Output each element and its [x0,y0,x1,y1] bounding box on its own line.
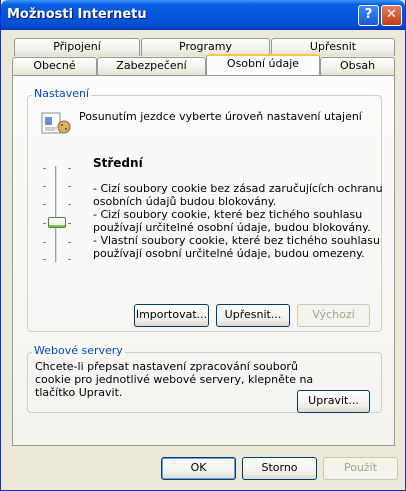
help-button[interactable]: ? [358,5,379,26]
cancel-button[interactable]: Storno [242,457,317,480]
close-button[interactable]: ✕ [381,5,402,26]
privacy-level-description: - Cizí soubory cookie bez zásad zaručují… [93,182,383,260]
tab-zabezpeceni[interactable]: Zabezpečení [97,57,206,75]
window-title: Možnosti Internetu [7,7,147,22]
ok-button[interactable]: OK [161,457,236,480]
internet-options-dialog: Možnosti Internetu ? ✕ Připojení Program… [0,0,406,491]
slider-thumb[interactable] [48,217,66,228]
tab-obecne[interactable]: Obecné [12,57,97,75]
tab-panel-osobni-udaje: Nastavení Posunutím jezdce vyberte úrove… [12,75,395,446]
tab-pripojeni[interactable]: Připojení [14,38,140,56]
import-button[interactable]: Importovat... [134,304,209,327]
slider-instruction: Posunutím jezdce vyberte úroveň nastaven… [79,110,362,123]
privacy-level-title: Střední [93,156,143,170]
description-line: používají určitelné osobní údaje, budou … [93,221,371,234]
description-line: - Cizí soubory cookie bez zásad zaručují… [93,182,383,195]
tab-osobni-udaje[interactable]: Osobní údaje [206,54,320,75]
description-line: - Vlastní soubory cookie, které bez tich… [93,234,380,247]
apply-button[interactable]: Použít [323,457,398,480]
advanced-button[interactable]: Upřesnit... [216,304,290,327]
privacy-level-slider[interactable] [37,164,77,264]
settings-group-label: Nastavení [32,87,92,100]
title-bar[interactable]: Možnosti Internetu ? ✕ [1,0,405,30]
edit-button[interactable]: Upravit... [297,390,370,413]
description-line: tlačítko Upravit. [35,386,123,399]
privacy-icon [41,112,71,134]
close-icon: ✕ [386,7,397,22]
description-line: - Cizí soubory cookie, které bez tichého… [93,208,363,221]
description-line: Chcete-li přepsat nastavení zpracování s… [35,360,298,373]
tab-obsah[interactable]: Obsah [320,57,395,75]
web-servers-group-label: Webové servery [32,344,125,357]
web-servers-description: Chcete-li přepsat nastavení zpracování s… [35,360,313,399]
description-line: cookie pro jednotlivé webové servery, kl… [35,373,314,386]
default-button[interactable]: Výchozí [297,304,370,327]
description-line: osobních údajů budou blokovány. [93,195,277,208]
description-line: používají osobní určitelné údaje, budou … [93,247,365,260]
